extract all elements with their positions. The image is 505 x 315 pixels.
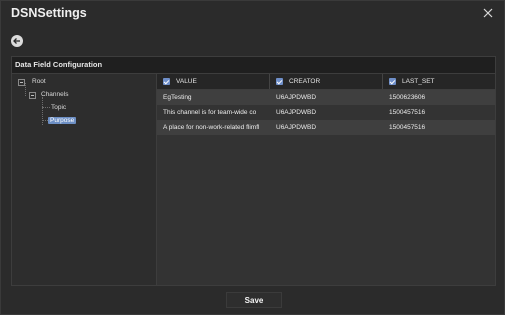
- grid-header: VALUE CREATOR LAST_SET: [157, 74, 495, 90]
- creator-column-checkbox[interactable]: [276, 78, 283, 85]
- panel-title: Data Field Configuration: [15, 60, 103, 69]
- table-row[interactable]: A place for non-work-related flimfl U6AJ…: [157, 120, 495, 135]
- channels-expander[interactable]: [29, 92, 36, 99]
- column-label-creator: CREATOR: [289, 78, 321, 85]
- table-row[interactable]: EgTesting U6AJPDWBD 1500623606: [157, 90, 495, 105]
- last-set-column-checkbox[interactable]: [389, 78, 396, 85]
- tree-view: Root Channels Topic Purpose: [12, 74, 157, 285]
- data-grid: VALUE CREATOR LAST_SET EgTesting U6AJPDW…: [157, 74, 495, 285]
- tree-line-root: [25, 83, 26, 96]
- tree-node-purpose[interactable]: Purpose: [48, 117, 77, 124]
- root-expander[interactable]: [18, 79, 25, 86]
- tree-node-topic[interactable]: Topic: [51, 104, 66, 111]
- column-header-value[interactable]: VALUE: [157, 74, 270, 89]
- tree-line-topic: [42, 107, 50, 108]
- dsn-settings-dialog: DSNSettings Data Field Configuration Roo…: [0, 0, 505, 315]
- back-button[interactable]: [11, 35, 23, 47]
- data-field-configuration-panel: Data Field Configuration Root Channels T…: [11, 56, 496, 286]
- cell-last-set: 1500457516: [389, 124, 426, 131]
- tree-node-channels[interactable]: Channels: [41, 91, 68, 98]
- back-arrow-icon: [13, 38, 20, 44]
- cell-value: EgTesting: [163, 94, 192, 101]
- window-title: DSNSettings: [11, 6, 87, 20]
- cell-last-set: 1500457516: [389, 109, 426, 116]
- cell-creator: U6AJPDWBD: [276, 109, 317, 116]
- table-row[interactable]: This channel is for team-wide co U6AJPDW…: [157, 105, 495, 120]
- column-label-last-set: LAST_SET: [402, 78, 435, 85]
- cell-creator: U6AJPDWBD: [276, 124, 317, 131]
- cell-value: This channel is for team-wide co: [163, 109, 257, 116]
- cell-value: A place for non-work-related flimfl: [163, 124, 260, 131]
- column-header-last-set[interactable]: LAST_SET: [383, 74, 495, 89]
- column-header-creator[interactable]: CREATOR: [270, 74, 383, 89]
- title-bar: DSNSettings: [1, 1, 504, 27]
- value-column-checkbox[interactable]: [163, 78, 170, 85]
- close-icon[interactable]: [481, 6, 495, 20]
- panel-header: Data Field Configuration: [12, 57, 495, 74]
- column-label-value: VALUE: [176, 78, 197, 85]
- tree-node-root[interactable]: Root: [32, 78, 46, 85]
- cell-last-set: 1500623606: [389, 94, 426, 101]
- save-button[interactable]: Save: [226, 292, 282, 308]
- cell-creator: U6AJPDWBD: [276, 94, 317, 101]
